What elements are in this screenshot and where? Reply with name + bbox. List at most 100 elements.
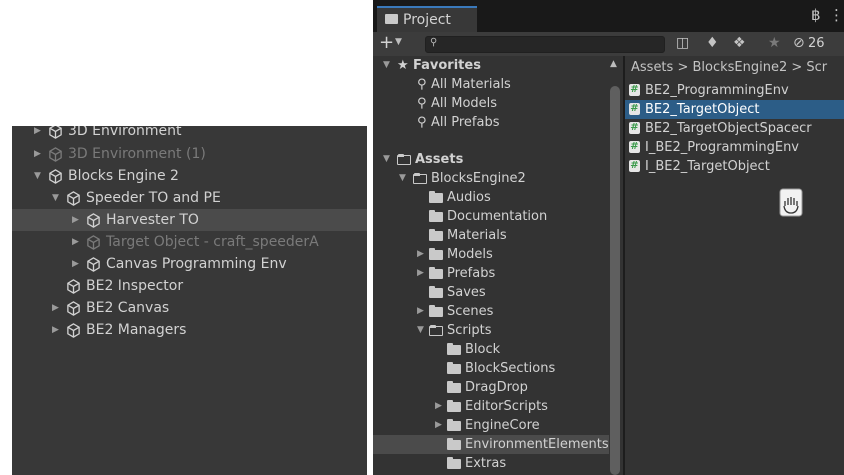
assets-header[interactable]: ▼ Assets	[373, 150, 609, 169]
hierarchy-item-blocks-engine-2[interactable]: ▼ Blocks Engine 2	[12, 165, 367, 187]
asset-be2-programmingenv[interactable]: # BE2_ProgrammingEnv	[625, 81, 844, 100]
expand-arrow-icon[interactable]: ▶	[72, 231, 79, 253]
folder-icon	[447, 400, 461, 412]
hierarchy-item-3d-environment-1[interactable]: ▶ 3D Environment (1)	[12, 143, 367, 165]
collapse-arrow-icon[interactable]: ▼	[383, 150, 390, 169]
project-asset-list: Assets > BlocksEngine2 > Scr # BE2_Progr…	[625, 56, 844, 475]
expand-arrow-icon[interactable]: ▶	[417, 302, 424, 321]
search-icon: ⚲	[417, 115, 427, 130]
assets-label: Assets	[415, 152, 464, 167]
search-icon: ⚲	[430, 37, 438, 48]
folder-models[interactable]: ▶ Models	[373, 245, 609, 264]
folder-label: DragDrop	[465, 380, 528, 395]
add-button[interactable]: +	[379, 32, 394, 54]
folder-scripts[interactable]: ▼ Scripts	[373, 321, 609, 340]
hierarchy-item-be2-canvas[interactable]: ▶ BE2 Canvas	[12, 297, 367, 319]
gameobject-cube-icon	[49, 147, 62, 162]
gameobject-cube-icon	[87, 257, 100, 272]
collapse-arrow-icon[interactable]: ▼	[383, 56, 390, 75]
folder-saves[interactable]: Saves	[429, 283, 609, 302]
favorite-all-models[interactable]: ⚲ All Models	[373, 94, 609, 113]
expand-arrow-icon[interactable]: ▶	[34, 143, 41, 165]
search-input[interactable]: ⚲	[425, 36, 665, 53]
lock-icon[interactable]: ฿	[811, 6, 821, 24]
hierarchy-item-harvester-to[interactable]: ▶ Harvester TO	[12, 209, 367, 231]
favorite-label: All Models	[431, 96, 498, 111]
folder-icon	[429, 229, 443, 241]
favorite-star-icon[interactable]: ★	[768, 35, 781, 51]
asset-be2-targetobject[interactable]: # BE2_TargetObject	[625, 100, 844, 119]
collapse-arrow-icon[interactable]: ▼	[399, 169, 406, 188]
hierarchy-item-3d-environment[interactable]: ▶ 3D Environment	[12, 126, 367, 142]
expand-arrow-icon[interactable]: ▶	[435, 416, 442, 435]
folder-icon	[447, 381, 461, 393]
folder-label: Extras	[465, 456, 507, 471]
collapse-arrow-icon[interactable]: ▼	[417, 321, 424, 340]
folder-icon	[385, 14, 398, 24]
folder-icon	[447, 362, 461, 374]
hierarchy-item-canvas-programming-env[interactable]: ▶ Canvas Programming Env	[12, 253, 367, 275]
favorite-all-prefabs[interactable]: ⚲ All Prefabs	[373, 113, 609, 132]
folder-dragdrop[interactable]: DragDrop	[447, 378, 609, 397]
folder-label: Materials	[447, 228, 507, 243]
gameobject-cube-icon	[49, 126, 62, 139]
hierarchy-item-label: Target Object - craft_speederA	[106, 234, 319, 250]
expand-arrow-icon[interactable]: ▶	[52, 319, 59, 341]
folder-materials[interactable]: Materials	[429, 226, 609, 245]
hierarchy-item-label: BE2 Inspector	[86, 278, 184, 294]
folder-icon	[447, 343, 461, 355]
folder-environmentelements[interactable]: EnvironmentElements	[373, 435, 609, 454]
hidden-packages-icon[interactable]: ⊘	[793, 35, 805, 51]
folder-blocksections[interactable]: BlockSections	[447, 359, 609, 378]
asset-be2-targetobjectspacecraft[interactable]: # BE2_TargetObjectSpacecr	[625, 119, 844, 138]
dropdown-arrow-icon[interactable]: ▼	[395, 37, 402, 47]
asset-i-be2-programmingenv[interactable]: # I_BE2_ProgrammingEnv	[625, 138, 844, 157]
gameobject-cube-icon	[49, 169, 62, 184]
expand-arrow-icon[interactable]: ▶	[34, 126, 41, 142]
folder-documentation[interactable]: Documentation	[429, 207, 609, 226]
folder-open-icon	[429, 325, 443, 336]
expand-arrow-icon[interactable]: ▶	[417, 245, 424, 264]
kebab-menu-icon[interactable]: ⋮	[829, 6, 844, 24]
collapse-arrow-icon[interactable]: ▼	[52, 187, 59, 209]
expand-arrow-icon[interactable]: ▶	[52, 297, 59, 319]
expand-arrow-icon[interactable]: ▶	[417, 264, 424, 283]
folder-label: BlocksEngine2	[431, 171, 526, 186]
folder-icon	[429, 305, 443, 317]
expand-arrow-icon[interactable]: ▶	[72, 253, 79, 275]
project-toolbar: + ▼ ⚲ ◫ ♦ ❖ ★ ⊘ 26	[373, 32, 844, 56]
hierarchy-item-label: Canvas Programming Env	[106, 256, 287, 272]
hierarchy-item-be2-inspector[interactable]: BE2 Inspector	[12, 275, 367, 297]
tag-icon[interactable]: ❖	[733, 35, 746, 51]
folder-icon	[429, 267, 443, 279]
expand-arrow-icon[interactable]: ▶	[72, 209, 79, 231]
scroll-up-arrow-icon[interactable]: ▲	[610, 59, 617, 69]
folder-blocksengine2[interactable]: ▼ BlocksEngine2	[373, 169, 609, 188]
folder-prefabs[interactable]: ▶ Prefabs	[373, 264, 609, 283]
project-folder-tree: ▼ ★ Favorites ⚲ All Materials ⚲ All Mode…	[373, 56, 623, 475]
folder-enginecore[interactable]: ▶ EngineCore	[373, 416, 609, 435]
expand-arrow-icon[interactable]: ▶	[435, 397, 442, 416]
search-by-type-icon[interactable]: ◫	[676, 35, 689, 51]
favorites-header[interactable]: ▼ ★ Favorites	[373, 56, 609, 75]
asset-i-be2-targetobject[interactable]: # I_BE2_TargetObject	[625, 157, 844, 176]
folder-tree-scrollbar[interactable]	[610, 86, 620, 475]
folder-label: Block	[465, 342, 501, 357]
folder-scenes[interactable]: ▶ Scenes	[373, 302, 609, 321]
gameobject-cube-icon	[87, 235, 100, 250]
collapse-arrow-icon[interactable]: ▼	[34, 165, 41, 187]
hierarchy-item-speeder-to-and-pe[interactable]: ▼ Speeder TO and PE	[12, 187, 367, 209]
folder-editorscripts[interactable]: ▶ EditorScripts	[373, 397, 609, 416]
favorite-label: All Prefabs	[431, 115, 500, 130]
favorite-all-materials[interactable]: ⚲ All Materials	[373, 75, 609, 94]
asset-label: BE2_ProgrammingEnv	[645, 83, 789, 98]
asset-label: I_BE2_ProgrammingEnv	[645, 140, 800, 155]
search-by-label-icon[interactable]: ♦	[706, 35, 719, 51]
folder-audios[interactable]: Audios	[429, 188, 609, 207]
tab-project[interactable]: Project	[377, 6, 477, 32]
hierarchy-item-be2-managers[interactable]: ▶ BE2 Managers	[12, 319, 367, 341]
breadcrumb[interactable]: Assets > BlocksEngine2 > Scr	[631, 60, 827, 75]
hierarchy-item-target-object[interactable]: ▶ Target Object - craft_speederA	[12, 231, 367, 253]
folder-extras[interactable]: Extras	[447, 454, 609, 473]
folder-block[interactable]: Block	[447, 340, 609, 359]
